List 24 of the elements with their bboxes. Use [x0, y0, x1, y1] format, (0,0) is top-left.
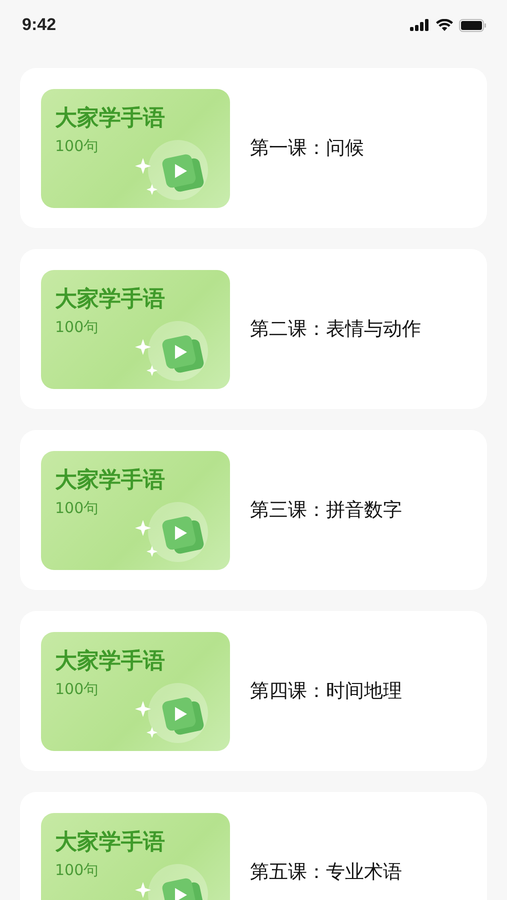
- lesson-card[interactable]: 大家学手语 100句 第三课：拼音数字: [20, 430, 487, 590]
- status-time: 9:42: [22, 15, 56, 35]
- wifi-icon: [436, 19, 453, 31]
- lesson-title: 第五课：专业术语: [250, 860, 402, 885]
- cover-title: 大家学手语: [55, 830, 166, 855]
- lesson-card[interactable]: 大家学手语 100句 第四课：时间地理: [20, 611, 487, 771]
- lesson-card[interactable]: 大家学手语 100句 第五课：专业术语: [20, 792, 487, 900]
- cover-title: 大家学手语: [55, 468, 166, 493]
- lesson-title: 第一课：问候: [250, 136, 364, 161]
- signal-icon: [410, 19, 430, 31]
- cover-count: 100句: [55, 318, 99, 337]
- cover-title: 大家学手语: [55, 288, 166, 312]
- cover-count: 100句: [55, 680, 99, 699]
- lesson-title: 第三课：拼音数字: [250, 498, 402, 523]
- lesson-title: 第四课：时间地理: [250, 679, 402, 704]
- cover-title: 大家学手语: [55, 650, 166, 674]
- cover-count: 100句: [55, 136, 99, 156]
- lesson-card[interactable]: 大家学手语 100句 第一课：问候: [20, 68, 487, 228]
- cover-count: 100句: [55, 498, 99, 518]
- lesson-card[interactable]: 大家学手语 100句 第二课：表情与动作: [20, 249, 487, 409]
- battery-icon: [459, 18, 487, 32]
- cover-title: 大家学手语: [55, 106, 166, 131]
- lesson-title: 第二课：表情与动作: [250, 317, 421, 342]
- cover-count: 100句: [55, 860, 99, 880]
